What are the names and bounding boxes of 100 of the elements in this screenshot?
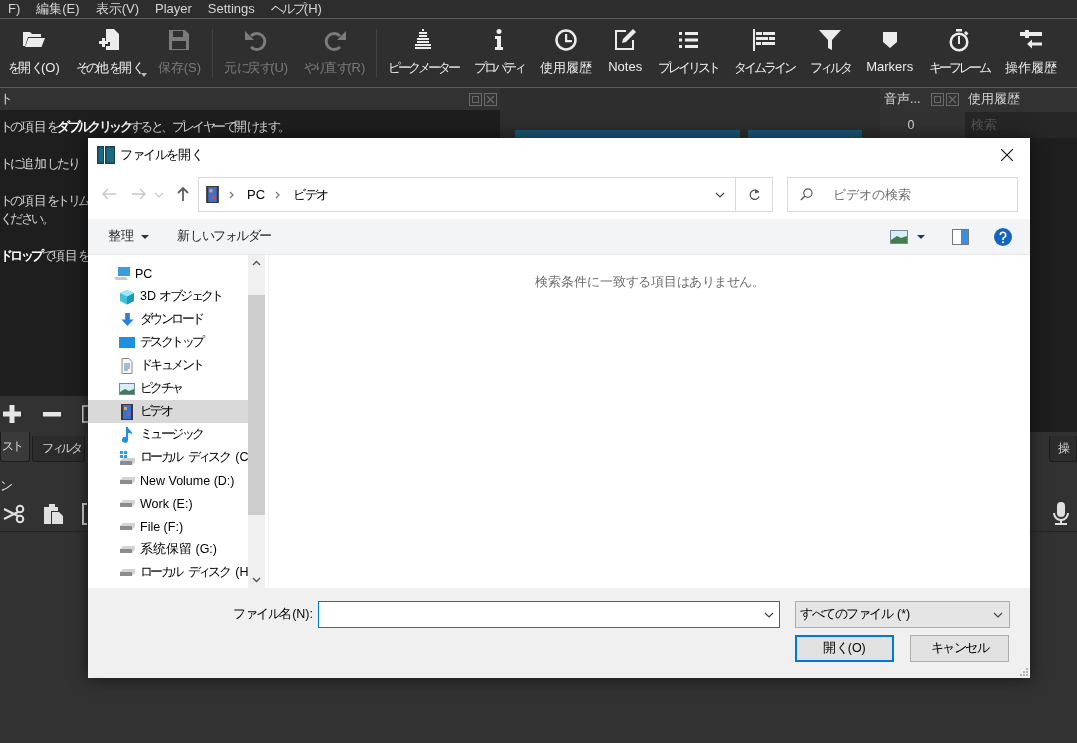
field-label: ファイル名(N): [232,606,313,623]
chevron-right-icon [275,190,282,199]
plus-icon[interactable] [2,404,22,424]
chevron-down-icon [993,611,1003,618]
film-icon [121,403,133,420]
dock-tab[interactable]: フィルタ [32,436,85,462]
menu-item[interactable]: F) [0,0,29,18]
toolbar-button[interactable]: フィルタ [802,19,859,87]
empty-message: 検索条件に一致する項目はありません。 [535,274,764,291]
app-icon [97,146,115,164]
menu-item[interactable]: Player [146,0,200,18]
computer-icon [114,266,130,281]
drive-icon [119,522,135,531]
chevron-down-icon[interactable] [764,612,774,618]
picture-icon [119,382,135,395]
preview-pane-icon[interactable] [952,228,969,245]
toolbar-button[interactable]: 操作履歴 [997,19,1066,87]
drive-icon [119,476,135,485]
close-icon[interactable] [484,92,497,106]
save-icon [167,28,192,52]
chevron-up-icon[interactable] [252,260,261,266]
tree-item[interactable]: ローカル ディスク (C [88,446,248,469]
tree-item[interactable]: 3D オブジェクト [88,285,248,308]
dialog-title: ファイルを開く [120,146,202,164]
tree-item[interactable]: ローカル ディスク (H [88,561,248,584]
tree-item[interactable]: ミュージック [88,423,248,446]
breadcrumb-item[interactable]: ビデオ [293,185,328,204]
music-note-icon [121,426,133,443]
toolbar-button[interactable]: その他を開く [67,19,150,87]
panel-title: 音声... [884,90,921,108]
menu-item[interactable]: 編集(E) [28,0,88,18]
chevron-down-icon[interactable] [715,191,725,198]
help-icon[interactable] [994,227,1012,246]
address-bar[interactable]: PC ビデオ [198,177,736,212]
file-plus-icon [96,28,121,52]
tree-item[interactable]: New Volume (D:) [88,469,248,492]
dock-tab[interactable]: スト [0,432,30,462]
tree-item[interactable]: ダウンロード [88,308,248,331]
scrollbar-track[interactable] [248,255,265,588]
toolbar-button[interactable]: キーフレーム [921,19,998,87]
paste-icon[interactable] [43,503,64,525]
toolbar-button[interactable]: プロパティ [466,19,533,87]
hint-text: トに追加したり [0,156,78,173]
float-icon[interactable] [469,92,482,106]
tree-item[interactable]: File (F:) [88,515,248,538]
caret-icon [140,73,147,77]
drive-icon [119,499,135,508]
note-pencil-icon [613,28,638,52]
menu-item[interactable]: 表示(V) [87,0,147,18]
tree-item[interactable]: 系统保留 (G:) [88,538,248,561]
dialog-button[interactable]: キャンセル [910,635,1009,662]
bracket-icon[interactable] [82,503,88,525]
timeline-icon [752,28,777,52]
hint-text: ください。 [0,211,52,228]
menu-item[interactable]: Settings [199,0,263,18]
hint-text: ドロップで項目を [0,248,89,265]
file-name-field[interactable] [318,601,780,628]
toolbar-button[interactable]: Markers [858,19,922,87]
tree-item[interactable]: デスクトップ [88,331,248,354]
dock-tab[interactable]: 操 [1049,436,1077,462]
hint-text: トの項目をダブルクリックすると、プレイヤーで開けます。 [0,119,289,136]
scissors-icon[interactable] [3,503,25,525]
panel-title: ン [0,477,11,495]
toolbar-button[interactable]: ピークメーター [380,19,467,87]
dialog-button[interactable]: 開く(O) [795,635,894,662]
tree-item[interactable]: PC [88,262,248,285]
info-icon [494,28,505,52]
toolbar-button[interactable]: 新しいフォルダー [167,228,281,245]
meter-reading: 0 [907,118,915,132]
refresh-button[interactable] [736,177,773,212]
chevron-down-icon[interactable] [252,577,261,583]
panel-title: 使用履歴 [968,90,1020,108]
toolbar-button[interactable]: タイムライン [726,19,803,87]
search-icon [800,188,813,201]
download-icon [120,312,134,327]
tree-item[interactable]: ピクチャ [88,377,248,400]
tree-item[interactable]: ドキュメント [88,354,248,377]
close-icon[interactable] [946,92,959,106]
tree-item[interactable]: ビデオ [88,400,248,423]
film-icon [206,186,219,203]
microphone-icon[interactable] [1053,502,1069,526]
toolbar-button[interactable]: 整理 [98,228,159,245]
file-type-dropdown[interactable]: すべてのファイル (*) [795,601,1010,628]
breadcrumb-item[interactable]: PC [247,187,266,202]
tree-item[interactable]: Work (E:) [88,492,248,515]
chevron-right-icon [229,190,235,199]
search-field[interactable]: ビデオの検索 [787,177,1018,212]
up-arrow-icon[interactable] [175,187,191,202]
caret-icon[interactable] [917,234,925,239]
stopwatch-icon [947,28,972,52]
view-icon[interactable] [890,229,908,244]
toolbar-button[interactable]: 使用履歴 [532,19,601,87]
system-drive-icon [119,449,135,466]
scrollbar-thumb[interactable] [248,295,265,515]
float-icon[interactable] [931,92,944,106]
drive-icon [119,545,135,554]
toolbar-button[interactable]: Notes [600,19,651,87]
menu-item[interactable]: ヘルプ(H) [262,0,330,18]
toolbar-button[interactable]: プレイリスト [650,19,727,87]
toolbar-button[interactable]: を開く(O) [0,19,68,87]
